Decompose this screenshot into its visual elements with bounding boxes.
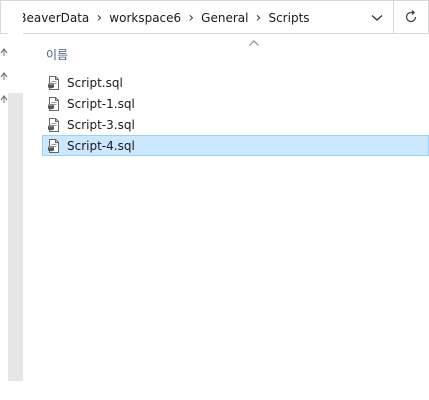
breadcrumb-item-scripts[interactable]: Scripts bbox=[268, 11, 309, 25]
pin-icon[interactable] bbox=[0, 47, 8, 57]
refresh-icon bbox=[405, 10, 417, 23]
file-name: Script-3.sql bbox=[67, 117, 135, 132]
navigation-pane-scrollbar-thumb[interactable] bbox=[8, 93, 23, 381]
column-header-name[interactable]: 이름 bbox=[46, 46, 68, 63]
sql-file-icon bbox=[48, 96, 59, 111]
file-row-script-sql[interactable]: Script.sql bbox=[42, 72, 429, 93]
file-list: Script.sql Script-1.sql Script-3.sql Scr… bbox=[42, 72, 429, 156]
file-row-script-4-sql[interactable]: Script-4.sql bbox=[42, 135, 429, 156]
file-name: Script-1.sql bbox=[67, 96, 135, 111]
file-row-script-1-sql[interactable]: Script-1.sql bbox=[42, 93, 429, 114]
file-row-script-3-sql[interactable]: Script-3.sql bbox=[42, 114, 429, 135]
breadcrumb-item-general[interactable]: General bbox=[201, 11, 248, 25]
address-history-dropdown-button[interactable] bbox=[365, 7, 389, 29]
file-name: Script-4.sql bbox=[67, 138, 135, 153]
chevron-right-icon[interactable]: › bbox=[248, 11, 268, 25]
file-name: Script.sql bbox=[67, 75, 123, 90]
sql-file-icon bbox=[48, 138, 59, 153]
address-bar[interactable]: DBeaverData › workspace6 › General › Scr… bbox=[0, 0, 394, 34]
breadcrumb-item-workspace6[interactable]: workspace6 bbox=[109, 11, 181, 25]
chevron-right-icon[interactable]: › bbox=[89, 11, 109, 25]
chevron-right-icon[interactable]: › bbox=[181, 11, 201, 25]
breadcrumb: DBeaverData › workspace6 › General › Scr… bbox=[9, 1, 310, 35]
sort-ascending-icon bbox=[249, 40, 259, 46]
sql-file-icon bbox=[48, 117, 59, 132]
chevron-down-icon bbox=[371, 15, 383, 21]
pin-icon[interactable] bbox=[0, 71, 8, 81]
refresh-button[interactable] bbox=[394, 0, 429, 34]
pin-icon[interactable] bbox=[0, 94, 8, 104]
sql-file-icon bbox=[48, 75, 59, 90]
